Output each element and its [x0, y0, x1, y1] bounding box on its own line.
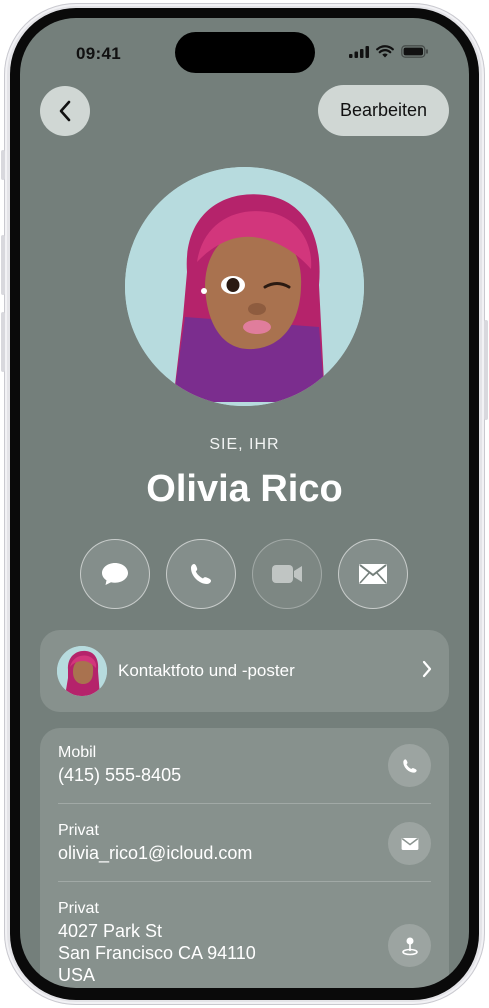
send-email-button[interactable] [388, 822, 431, 865]
address-value: 4027 Park St San Francisco CA 94110 USA [58, 920, 431, 986]
call-button[interactable] [166, 539, 236, 609]
field-label: Privat [58, 900, 99, 917]
edit-button[interactable]: Bearbeiten [318, 85, 449, 136]
mail-icon [401, 837, 418, 850]
call-mobile-button[interactable] [388, 744, 431, 787]
mobile-phone-row[interactable]: Mobil (415) 555-8405 [58, 744, 431, 786]
address-line: 4027 Park St [58, 921, 163, 941]
status-time: 09:41 [76, 44, 121, 63]
open-map-button[interactable] [388, 924, 431, 967]
cellular-signal-icon [349, 45, 369, 58]
email-row[interactable]: Privat olivia_rico1@icloud.com [58, 822, 431, 864]
screen: 09:41 Bearbeiten SIE, IHR Olivia Rico Ko… [20, 18, 469, 988]
field-value: (415) 555-8405 [58, 765, 182, 785]
back-chevron-icon [59, 100, 71, 122]
message-button[interactable] [80, 539, 150, 609]
video-icon [272, 565, 302, 583]
poster-label: Kontaktfoto und -poster [118, 661, 295, 680]
phone-icon [402, 758, 417, 773]
phone-icon [191, 564, 211, 584]
divider [58, 881, 431, 882]
address-line: USA [58, 965, 96, 985]
wifi-icon [376, 45, 394, 58]
mail-button[interactable] [338, 539, 408, 609]
memoji-illustration [125, 167, 364, 406]
contact-pronouns: SIE, IHR [209, 436, 280, 453]
volume-down-button [1, 312, 5, 372]
contact-poster-row[interactable]: Kontaktfoto und -poster [40, 630, 449, 712]
map-pin-icon [401, 937, 418, 955]
divider [58, 803, 431, 804]
battery-icon [401, 45, 428, 58]
poster-thumbnail [57, 646, 107, 696]
contact-avatar[interactable] [125, 167, 364, 406]
field-value: olivia_rico1@icloud.com [58, 843, 253, 863]
field-label: Mobil [58, 744, 97, 761]
contact-info-card: Mobil (415) 555-8405 Privat olivia_rico1… [40, 728, 449, 988]
video-button[interactable] [252, 539, 322, 609]
power-button [484, 320, 488, 420]
back-button[interactable] [40, 86, 90, 136]
address-row[interactable]: Privat 4027 Park St San Francisco CA 941… [58, 900, 431, 986]
volume-up-button [1, 235, 5, 295]
dynamic-island [175, 32, 315, 73]
status-icons [349, 45, 429, 58]
message-icon [102, 563, 128, 585]
memoji-thumbnail-illustration [57, 646, 107, 696]
mail-icon [359, 564, 387, 584]
contact-name: Olivia Rico [146, 468, 343, 510]
silent-switch [1, 150, 5, 180]
address-line: San Francisco CA 94110 [58, 943, 256, 963]
chevron-right-icon [422, 660, 432, 678]
field-label: Privat [58, 822, 99, 839]
